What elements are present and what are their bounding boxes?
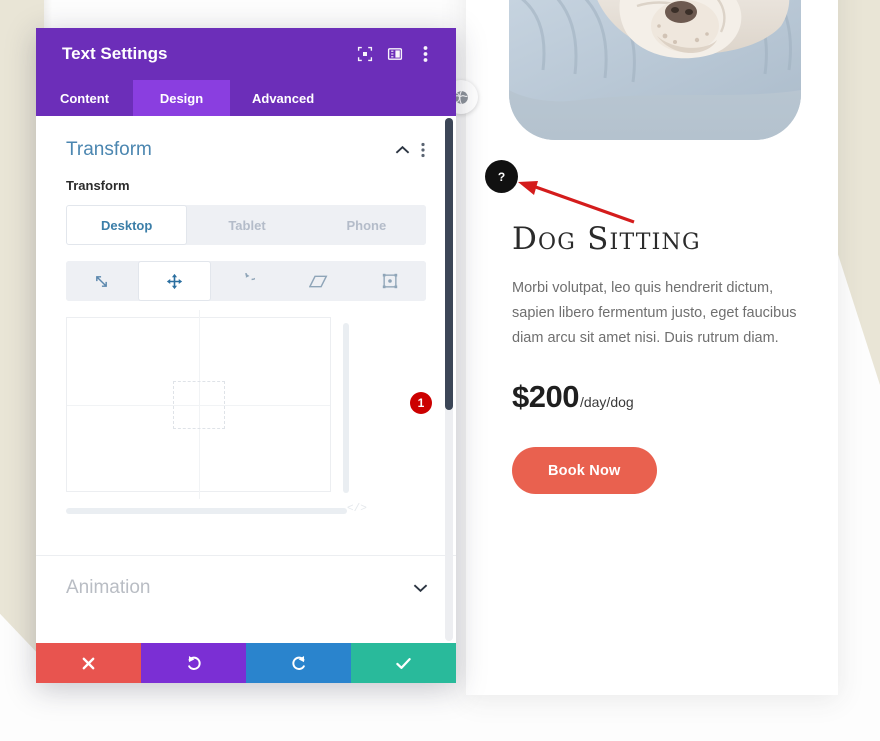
scale-icon[interactable] [66,261,138,301]
transform-pad[interactable] [66,310,331,499]
chevron-down-icon[interactable] [408,576,432,600]
kebab-menu-icon[interactable] [410,39,440,69]
modal-header: Text Settings [36,28,456,80]
transform-section-header[interactable]: Transform [36,116,456,170]
save-button[interactable] [351,643,456,683]
price-unit: /day/dog [579,394,634,411]
undo-button[interactable] [141,643,246,683]
vertical-translate-slider[interactable] [343,323,349,493]
modal-tabs: Content Design Advanced [36,80,456,116]
focus-icon[interactable] [350,39,380,69]
device-tablet[interactable]: Tablet [187,205,307,245]
card-content: Dog Sitting Morbi volutpat, leo quis hen… [512,221,832,495]
help-badge[interactable]: ? [485,160,518,193]
rotate-icon[interactable] [211,261,283,301]
transform-pad-wrapper: </> [66,310,426,537]
device-phone[interactable]: Phone [306,205,426,245]
chevron-up-icon[interactable] [390,138,414,162]
scrollbar-thumb[interactable] [445,118,453,410]
price-amount: $200 [512,379,579,415]
price-row: $200 /day/dog [512,379,832,415]
cancel-button[interactable] [36,643,141,683]
code-toggle-icon[interactable]: </> [347,503,367,515]
device-desktop[interactable]: Desktop [66,205,188,245]
settings-scroll-area: Transform Transform Desktop Tablet Phone… [36,116,456,643]
tab-advanced[interactable]: Advanced [230,80,336,116]
text-settings-modal: Text Settings Content Design Advanced Tr… [36,28,456,683]
annotation-badge-1: 1 [410,392,432,414]
animation-section-title: Animation [66,577,151,598]
screenshot-root: ? Dog Sitting Morbi volutpat, leo quis h… [0,0,880,741]
translate-icon[interactable] [137,261,212,301]
horizontal-translate-slider[interactable] [66,508,347,514]
redo-icon [291,655,305,670]
page-title: Dog Sitting [512,221,701,257]
undo-icon [187,655,201,670]
tab-design[interactable]: Design [133,80,230,116]
transform-field-label: Transform [66,178,130,193]
animation-section-header[interactable]: Animation [36,556,456,620]
origin-icon[interactable] [354,261,426,301]
transform-mode-group [66,261,426,301]
card-description: Morbi volutpat, leo quis hendrerit dictu… [512,280,797,347]
skew-icon[interactable] [282,261,355,301]
redo-button[interactable] [246,643,351,683]
transform-section-title: Transform [66,139,152,160]
close-icon [82,657,95,669]
modal-title: Text Settings [62,44,168,63]
book-now-button[interactable]: Book Now [512,447,657,495]
section-kebab-icon[interactable] [414,138,432,162]
check-icon [396,657,411,669]
pad-ghost-box [172,380,225,429]
device-toggle-group: Desktop Tablet Phone [66,205,426,245]
panel-layout-icon[interactable] [380,39,410,69]
modal-footer [36,643,456,683]
sleeping-bulldog-photo [509,0,801,140]
tab-content[interactable]: Content [36,80,133,116]
